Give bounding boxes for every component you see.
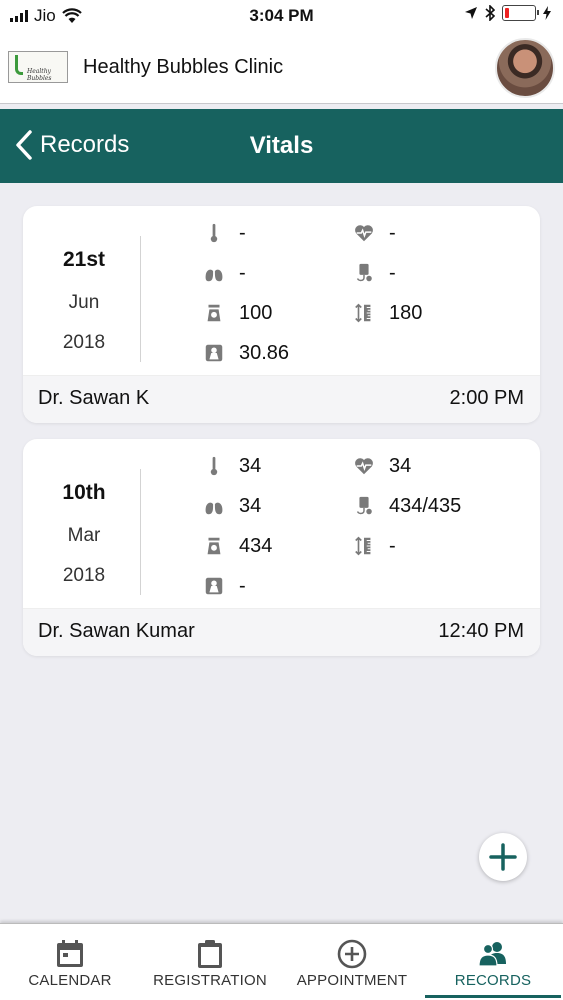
respiration-vital: - xyxy=(201,260,246,286)
heart-rate-value: 34 xyxy=(389,454,412,477)
location-arrow-icon xyxy=(465,7,477,19)
logo-leaf-icon xyxy=(15,55,23,75)
blood-pressure-value: 434/435 xyxy=(389,494,462,517)
charging-bolt-icon xyxy=(543,6,551,20)
height-ruler-icon xyxy=(351,300,377,326)
weight-value: 100 xyxy=(239,301,273,324)
clinic-name: Healthy Bubbles Clinic xyxy=(83,56,284,78)
vitals-record-card[interactable]: 21st Jun 2018 - - - - 100 180 30.86 Dr. … xyxy=(23,206,540,423)
temperature-value: - xyxy=(239,221,246,244)
tab-calendar[interactable]: CALENDAR xyxy=(0,924,140,999)
weight-scale-icon xyxy=(201,533,227,559)
record-year: 2018 xyxy=(62,565,106,586)
record-time: 12:40 PM xyxy=(438,620,524,642)
record-footer: Dr. Sawan Kumar 12:40 PM xyxy=(23,608,540,656)
heart-rate-vital: - xyxy=(351,220,396,246)
height-ruler-icon xyxy=(351,533,377,559)
heart-rate-icon xyxy=(351,220,377,246)
tab-appointment[interactable]: APPOINTMENT xyxy=(282,924,422,999)
doctor-name: Dr. Sawan Kumar xyxy=(38,620,195,642)
weight-vital: 434 xyxy=(201,533,272,559)
clipboard-icon xyxy=(198,940,222,968)
calendar-icon xyxy=(57,940,83,967)
tab-records-label: RECORDS xyxy=(454,972,532,989)
page-title: Vitals xyxy=(249,132,314,159)
respiration-value: 34 xyxy=(239,494,262,517)
divider xyxy=(140,469,141,595)
doctor-name: Dr. Sawan K xyxy=(38,387,150,409)
logo-text: Healthy Bubbles xyxy=(27,68,52,82)
plus-circle-icon xyxy=(337,939,367,969)
thermometer-icon xyxy=(201,453,227,479)
temperature-value: 34 xyxy=(239,454,262,477)
app-header: Healthy Bubbles Healthy Bubbles Clinic xyxy=(0,34,563,104)
record-month: Mar xyxy=(67,525,101,546)
lungs-icon xyxy=(201,493,227,519)
height-value: - xyxy=(389,534,396,557)
bmi-icon xyxy=(201,340,227,366)
add-record-button[interactable] xyxy=(479,833,527,881)
respiration-value: - xyxy=(239,261,246,284)
weight-scale-icon xyxy=(201,300,227,326)
bmi-icon xyxy=(201,573,227,599)
blood-pressure-icon xyxy=(351,260,377,286)
heart-rate-icon xyxy=(351,453,377,479)
bmi-vital: - xyxy=(201,573,246,599)
tab-records[interactable]: RECORDS xyxy=(423,924,563,999)
record-time: 2:00 PM xyxy=(449,387,524,409)
tab-registration[interactable]: REGISTRATION xyxy=(140,924,280,999)
height-value: 180 xyxy=(389,301,423,324)
record-footer: Dr. Sawan K 2:00 PM xyxy=(23,375,540,423)
thermometer-icon xyxy=(201,220,227,246)
plus-icon xyxy=(489,843,517,871)
record-month: Jun xyxy=(68,292,100,313)
record-day: 10th xyxy=(62,481,106,504)
user-avatar[interactable] xyxy=(495,38,555,98)
height-vital: 180 xyxy=(351,300,422,326)
respiration-vital: 34 xyxy=(201,493,261,519)
blood-pressure-vital: 434/435 xyxy=(351,493,461,519)
bmi-value: 30.86 xyxy=(239,341,290,364)
blood-pressure-vital: - xyxy=(351,260,396,286)
status-bar: Jio 3:04 PM xyxy=(0,0,563,34)
bottom-tab-bar: CALENDAR REGISTRATION APPOINTMENT RECORD… xyxy=(0,923,563,1000)
record-date: 21st Jun 2018 xyxy=(23,206,145,376)
vitals-record-card[interactable]: 10th Mar 2018 34 34 34 434/435 434 - - D… xyxy=(23,439,540,656)
temperature-vital: - xyxy=(201,220,246,246)
nav-bar: Records Vitals xyxy=(0,109,563,183)
users-icon xyxy=(478,942,506,967)
clinic-logo: Healthy Bubbles xyxy=(8,51,68,83)
bluetooth-icon xyxy=(485,5,495,21)
tab-registration-label: REGISTRATION xyxy=(153,972,267,989)
tab-appointment-label: APPOINTMENT xyxy=(296,972,408,989)
weight-vital: 100 xyxy=(201,300,272,326)
bmi-vital: 30.86 xyxy=(201,340,289,366)
record-date: 10th Mar 2018 xyxy=(23,439,145,609)
blood-pressure-icon xyxy=(351,493,377,519)
divider xyxy=(140,236,141,362)
lungs-icon xyxy=(201,260,227,286)
bmi-value: - xyxy=(239,574,246,597)
temperature-vital: 34 xyxy=(201,453,261,479)
heart-rate-value: - xyxy=(389,221,396,244)
status-right xyxy=(464,5,551,21)
weight-value: 434 xyxy=(239,534,273,557)
blood-pressure-value: - xyxy=(389,261,396,284)
tab-calendar-label: CALENDAR xyxy=(28,972,112,989)
record-day: 21st xyxy=(62,248,106,271)
height-vital: - xyxy=(351,533,396,559)
heart-rate-vital: 34 xyxy=(351,453,411,479)
battery-icon xyxy=(502,5,539,21)
record-year: 2018 xyxy=(62,332,106,353)
